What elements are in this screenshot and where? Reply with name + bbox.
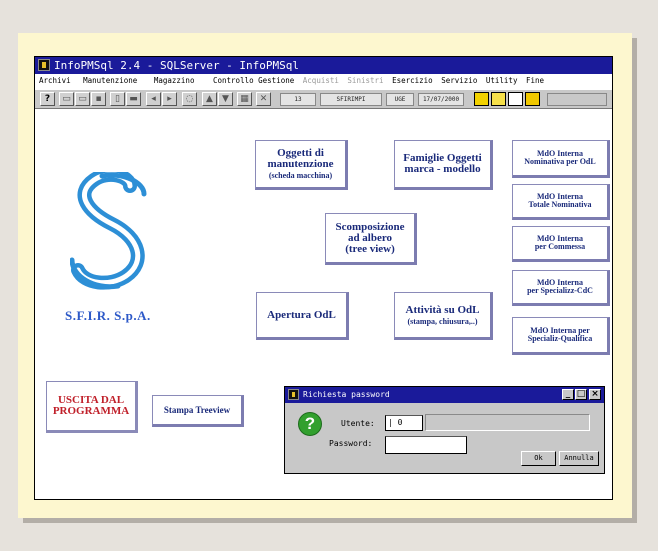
toolbar-field-db: SFIRIMPI (320, 93, 382, 106)
menu-archivi[interactable]: Archivi (39, 74, 71, 88)
annulla-button[interactable]: Annulla (559, 451, 599, 466)
tool-cancel-icon[interactable]: ✕ (256, 92, 271, 106)
title-bar: InfoPMSql 2.4 - SQLServer - InfoPMSql (35, 57, 612, 74)
dialog-title-bar: Richiesta password (285, 387, 604, 403)
tool-save-icon[interactable]: ▪ (91, 92, 106, 106)
menu-utility[interactable]: Utility (486, 74, 518, 88)
dialog-app-icon (288, 389, 299, 400)
utente-field[interactable]: | 0 (385, 415, 423, 431)
tool-next-icon[interactable]: ▸ (162, 92, 177, 106)
scomposizione-line1: Scomposizione (335, 220, 405, 233)
toolbar-field-user: UGE (386, 93, 414, 106)
mdo1-line2: Nominativa per OdL (524, 157, 596, 166)
toolbar-field-date: 17/07/2000 (418, 93, 464, 106)
mdo4-line2: per Specializz-CdC (527, 286, 593, 295)
stampa-line1: Stampa Treeview (163, 404, 231, 415)
attivita-sub: (stampa, chiusura,..) (407, 316, 478, 326)
oggetti-sub: (scheda macchina) (268, 171, 333, 180)
tool-up-icon[interactable]: ▲ (202, 92, 217, 106)
menu-controllo-gestione[interactable]: Controllo Gestione (213, 74, 294, 88)
menu-magazzino[interactable]: Magazzino (154, 74, 195, 88)
mdo5-line2: Specializ-Qualifica (527, 334, 593, 343)
question-icon: ? (298, 412, 322, 436)
oggetti-manutenzione-button[interactable]: Oggetti di manutenzione (scheda macchina… (255, 140, 348, 190)
close-icon[interactable]: × (589, 389, 601, 400)
menu-acquisti[interactable]: Acquisti (303, 74, 339, 88)
utente-name-display (425, 414, 590, 431)
tool-grid-icon[interactable]: ▦ (237, 92, 252, 106)
tool-find-icon[interactable]: ▯ (110, 92, 125, 106)
help-button[interactable]: ? (40, 92, 55, 106)
toolbar-status-box (547, 93, 607, 106)
ok-button[interactable]: Ok (521, 451, 556, 466)
mdo-specializ-qualifica-button[interactable]: MdO Interna per Specializ-Qualifica (512, 317, 610, 355)
password-field[interactable] (385, 436, 467, 454)
mdo-commessa-button[interactable]: MdO Interna per Commessa (512, 226, 610, 262)
tool-open-icon[interactable] (491, 92, 506, 106)
tool-link-icon[interactable] (508, 92, 523, 106)
tool-new-icon[interactable]: ▭ (59, 92, 74, 106)
mdo-specializz-cdc-button[interactable]: MdO Interna per Specializz-CdC (512, 270, 610, 306)
tool-folder-icon[interactable] (474, 92, 489, 106)
apertura-odl-button[interactable]: Apertura OdL (256, 292, 349, 340)
tool-copy-icon[interactable]: ▭ (75, 92, 90, 106)
dialog-title: Richiesta password (303, 390, 390, 399)
mdo-totale-nominativa-button[interactable]: MdO Interna Totale Nominativa (512, 184, 610, 220)
minimize-icon[interactable]: _ (562, 389, 574, 400)
menu-servizio[interactable]: Servizio (441, 74, 477, 88)
tool-down-icon[interactable]: ▼ (218, 92, 233, 106)
oggetti-line2: manutenzione (267, 158, 334, 170)
password-dialog: Richiesta password _ □ × ? Utente: | 0 P… (284, 386, 605, 474)
menu-sinistri[interactable]: Sinistri (347, 74, 383, 88)
tool-refresh-icon[interactable]: ◌ (182, 92, 197, 106)
maximize-icon[interactable]: □ (575, 389, 587, 400)
stampa-treeview-button[interactable]: Stampa Treeview (152, 395, 244, 427)
menu-manutenzione[interactable]: Manutenzione (83, 74, 137, 88)
password-label: Password: (329, 439, 373, 448)
menu-fine[interactable]: Fine (526, 74, 544, 88)
scomposizione-albero-button[interactable]: Scomposizione ad albero (tree view) (325, 213, 417, 265)
toolbar-field-number: 13 (280, 93, 316, 106)
mdo2-line2: Totale Nominativa (528, 200, 592, 209)
uscita-programma-button[interactable]: USCITA DAL PROGRAMMA (46, 381, 138, 433)
attivita-odl-button[interactable]: Attività su OdL (stampa, chiusura,..) (394, 292, 493, 340)
mdo3-line2: per Commessa (534, 242, 586, 251)
scomposizione-line3: (tree view) (345, 242, 395, 255)
toolbar: ? ▭ ▭ ▪ ▯ ▬ ◂ ▸ ◌ ▲ ▼ ▦ ✕ 13 SFIRIMPI UG… (35, 89, 612, 109)
famiglie-oggetti-button[interactable]: Famiglie Oggetti marca - modello (394, 140, 493, 190)
attivita-line1: Attività su OdL (405, 303, 480, 316)
window-title: InfoPMSql 2.4 - SQLServer - InfoPMSql (54, 59, 300, 72)
famiglie-line2: marca - modello (404, 163, 481, 175)
uscita-line2: PROGRAMMA (52, 405, 130, 417)
company-name: S.F.I.R. S.p.A. (65, 308, 151, 323)
apertura-line1: Apertura OdL (267, 308, 336, 321)
tool-user-icon[interactable] (525, 92, 540, 106)
scomposizione-line2: ad albero (347, 231, 393, 244)
utente-label: Utente: (341, 419, 375, 428)
tool-print-icon[interactable]: ▬ (126, 92, 141, 106)
menu-bar: Archivi Manutenzione Magazzino Controllo… (35, 74, 612, 88)
app-icon (38, 59, 50, 71)
menu-esercizio[interactable]: Esercizio (392, 74, 433, 88)
tool-prev-icon[interactable]: ◂ (146, 92, 161, 106)
sfir-logo-icon (70, 172, 147, 290)
mdo-nominativa-odl-button[interactable]: MdO Interna Nominativa per OdL (512, 140, 610, 178)
